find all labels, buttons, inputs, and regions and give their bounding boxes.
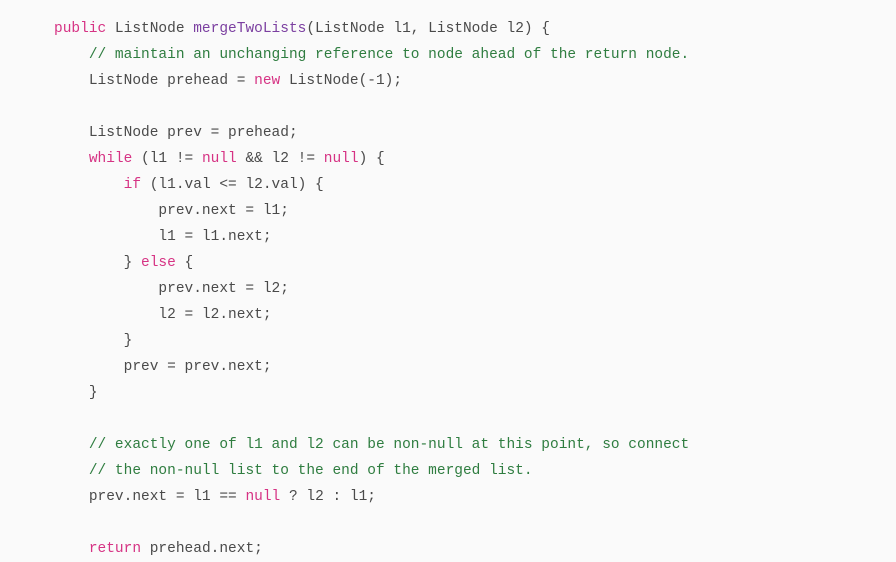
code-line: ListNode prehead = new ListNode(-1); — [54, 68, 896, 94]
code-line: return prehead.next; — [54, 536, 896, 562]
code-token-plain: ListNode prehead = — [88, 72, 255, 89]
code-line: if (l1.val <= l2.val) { — [54, 172, 896, 198]
code-token-comment: // maintain an unchanging reference to n… — [88, 46, 690, 63]
code-token-plain: ? l2 : l1; — [280, 488, 376, 505]
code-line: // the non-null list to the end of the m… — [54, 458, 896, 484]
code-line: } — [54, 328, 896, 354]
code-line: prev.next = l1; — [54, 198, 896, 224]
code-token-kw: public — [54, 20, 107, 37]
code-token-plain: l1 = l1.next; — [158, 228, 272, 245]
code-token-plain: } — [123, 332, 133, 349]
code-token-plain: } — [88, 384, 98, 401]
code-line: l1 = l1.next; — [54, 224, 896, 250]
code-token-plain: ListNode — [106, 20, 194, 37]
code-token-kw: null — [201, 150, 237, 167]
code-token-kw: new — [254, 72, 281, 89]
code-viewer[interactable]: public ListNode mergeTwoLists(ListNode l… — [0, 14, 896, 562]
code-line: // exactly one of l1 and l2 can be non-n… — [54, 432, 896, 458]
code-token-plain: } — [123, 254, 142, 271]
code-line: prev.next = l2; — [54, 276, 896, 302]
code-token-comment: // exactly one of l1 and l2 can be non-n… — [88, 436, 690, 453]
code-token-plain: (l1 != — [132, 150, 202, 167]
code-token-plain: l2 = l2.next; — [158, 306, 272, 323]
code-token-plain: prev.next = l1 == — [88, 488, 246, 505]
code-block[interactable]: public ListNode mergeTwoLists(ListNode l… — [0, 15, 896, 562]
code-token-plain: prev.next = l2; — [158, 280, 289, 297]
code-token-plain: (ListNode l1, ListNode l2) { — [306, 20, 550, 37]
code-token-kw: null — [323, 150, 359, 167]
code-token-kw: null — [245, 488, 281, 505]
code-token-plain: prev = prev.next; — [123, 358, 272, 375]
code-token-plain: { — [175, 254, 194, 271]
code-token-kw: if — [123, 176, 142, 193]
code-line: } else { — [54, 250, 896, 276]
code-line: prev.next = l1 == null ? l2 : l1; — [54, 484, 896, 510]
code-line: prev = prev.next; — [54, 354, 896, 380]
code-token-kw: return — [88, 540, 142, 557]
code-token-kw: else — [141, 254, 176, 271]
code-line: } — [54, 380, 896, 406]
code-token-fn: mergeTwoLists — [193, 20, 307, 37]
code-token-plain: prehead.next; — [141, 540, 263, 557]
code-line: // maintain an unchanging reference to n… — [54, 42, 896, 68]
code-token-plain: (l1.val <= l2.val) { — [141, 176, 324, 193]
code-token-plain: ) { — [358, 150, 385, 167]
code-token-comment: // the non-null list to the end of the m… — [88, 462, 533, 479]
code-token-kw: while — [88, 150, 133, 167]
code-line: l2 = l2.next; — [54, 302, 896, 328]
code-token-plain: prev.next = l1; — [158, 202, 289, 219]
code-token-plain: && l2 != — [236, 150, 324, 167]
code-token-plain: ListNode(-1); — [280, 72, 403, 89]
code-line: public ListNode mergeTwoLists(ListNode l… — [54, 16, 896, 42]
code-line: ListNode prev = prehead; — [54, 120, 896, 146]
code-token-plain: ListNode prev = prehead; — [88, 124, 298, 141]
code-line: while (l1 != null && l2 != null) { — [54, 146, 896, 172]
